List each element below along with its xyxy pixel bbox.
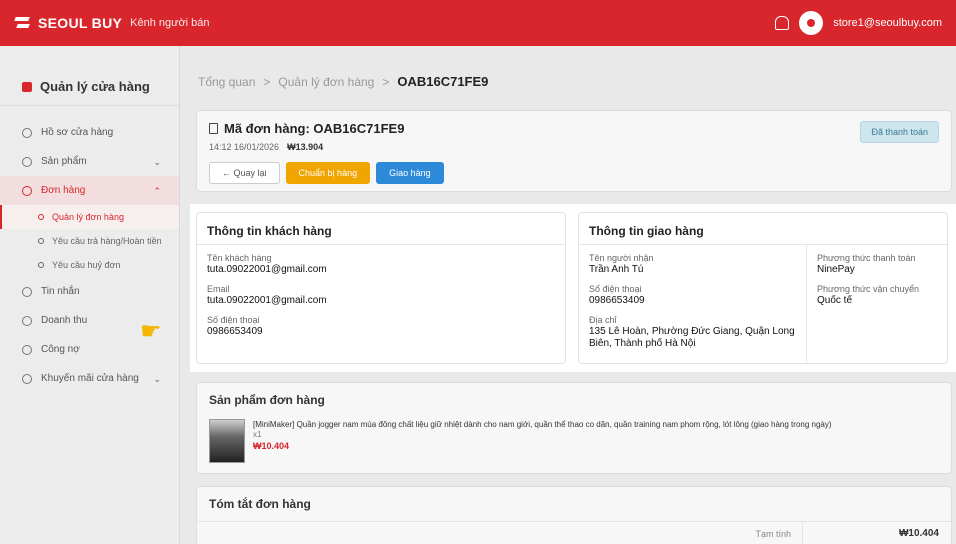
sidebar-item-label: Khuyến mãi cửa hàng (41, 373, 139, 384)
customer-email: tuta.09022001@gmail.com (207, 295, 327, 306)
sidebar-subitem-label: Quản lý đơn hàng (52, 212, 124, 222)
main-content: Tổng quan > Quản lý đơn hàng > OAB16C71F… (180, 46, 956, 544)
back-button[interactable]: ← Quay lại (209, 162, 280, 184)
shipping-phone-label: Số điện thoại (589, 284, 642, 294)
debt-icon (22, 344, 32, 355)
chevron-up-icon: ⌃ (153, 186, 161, 196)
store-icon (22, 81, 32, 92)
order-datetime: 14:12 16/01/2026 (209, 142, 280, 152)
shipping-method-label: Phương thức vận chuyển (817, 284, 920, 294)
product-icon (22, 156, 32, 167)
return-icon (38, 238, 44, 244)
sidebar-subitem-manage-orders[interactable]: Quản lý đơn hàng (0, 205, 179, 229)
logo-icon (14, 14, 32, 32)
sidebar-subitem-cancellations[interactable]: Yêu cầu huỷ đơn (0, 253, 179, 277)
sidebar-item-label: Tin nhắn (41, 286, 80, 297)
seller-channel-label: Kênh người bán (130, 17, 210, 29)
summary-heading: Tóm tắt đơn hàng (209, 497, 311, 511)
customer-email-label: Email (207, 284, 230, 294)
order-header-card: Mã đơn hàng: OAB16C71FE9 14:12 16/01/202… (196, 110, 952, 192)
sidebar-subitem-returns[interactable]: Yêu cầu trả hàng/Hoàn tiền (0, 229, 179, 253)
sidebar-header: Quản lý cửa hàng (0, 46, 179, 106)
order-title: Mã đơn hàng: OAB16C71FE9 (209, 121, 939, 136)
order-id-text: Mã đơn hàng: OAB16C71FE9 (224, 121, 405, 136)
sidebar-item-label: Doanh thu (41, 315, 88, 326)
sidebar-item-orders[interactable]: Đơn hàng ⌃ (0, 176, 179, 205)
status-badge: Đã thanh toán (860, 121, 939, 143)
avatar[interactable] (799, 11, 824, 35)
store-profile-icon (22, 127, 32, 138)
info-section: Thông tin khách hàng Tên khách hàng tuta… (190, 204, 956, 372)
subtotal-value: ₩10.404 (898, 528, 939, 539)
customer-phone-label: Số điện thoại (207, 315, 260, 325)
recipient-label: Tên người nhận (589, 253, 654, 263)
chevron-down-icon: ⌄ (153, 157, 161, 167)
sidebar-item-label: Sản phẩm (41, 156, 87, 167)
shipping-phone: 0986653409 (589, 295, 645, 306)
customer-info-heading: Thông tin khách hàng (197, 213, 565, 245)
chevron-down-icon: ⌄ (153, 374, 161, 384)
sidebar: Quản lý cửa hàng Hồ sơ cửa hàng Sản phẩm… (0, 46, 180, 544)
order-meta: 14:12 16/01/2026 ₩13.904 (209, 142, 939, 152)
recipient-name: Trần Anh Tú (589, 264, 644, 275)
cancel-icon (38, 262, 44, 268)
order-total: ₩13.904 (287, 142, 324, 152)
sidebar-menu: Hồ sơ cửa hàng Sản phẩm ⌄ Đơn hàng ⌃ Quả… (0, 106, 179, 393)
sidebar-item-label: Hồ sơ cửa hàng (41, 127, 114, 138)
revenue-icon (22, 315, 32, 326)
breadcrumb-separator: > (382, 74, 390, 89)
breadcrumb-item-orders[interactable]: Quản lý đơn hàng (278, 75, 374, 89)
sidebar-item-promotions[interactable]: Khuyến mãi cửa hàng ⌄ (0, 364, 179, 393)
divider (802, 522, 803, 544)
customer-info-card: Thông tin khách hàng Tên khách hàng tuta… (196, 212, 566, 364)
product-quantity: x1 (253, 430, 262, 439)
document-icon (209, 123, 218, 134)
address-label: Địa chỉ (589, 315, 617, 325)
message-icon (22, 286, 32, 297)
breadcrumb-separator: > (263, 74, 271, 89)
payment-method-label: Phương thức thanh toán (817, 253, 916, 263)
dot-icon (38, 214, 44, 220)
top-bar: SEOUL BUY Kênh người bán store1@seoulbuy… (0, 0, 956, 46)
bell-icon[interactable] (775, 16, 790, 30)
shipping-method: Quốc tế (817, 295, 853, 306)
pointing-hand-icon: ☛ (140, 318, 162, 345)
shipping-info-heading: Thông tin giao hàng (579, 213, 947, 245)
user-email[interactable]: store1@seoulbuy.com (833, 17, 942, 29)
order-actions: ← Quay lại Chuẩn bị hàng Giao hàng (209, 162, 939, 184)
sidebar-item-messages[interactable]: Tin nhắn (0, 277, 179, 306)
order-summary-card: Tóm tắt đơn hàng Tạm tính ₩10.404 (196, 486, 952, 544)
sidebar-subitem-label: Yêu cầu huỷ đơn (52, 260, 121, 270)
sidebar-subitem-label: Yêu cầu trả hàng/Hoàn tiền (52, 236, 162, 246)
breadcrumb: Tổng quan > Quản lý đơn hàng > OAB16C71F… (198, 74, 488, 89)
breadcrumb-item-overview[interactable]: Tổng quan (198, 75, 255, 89)
sidebar-title: Quản lý cửa hàng (40, 79, 150, 94)
product-price: ₩10.404 (253, 441, 290, 451)
subtotal-row: Tạm tính ₩10.404 (197, 521, 951, 544)
payment-method: NinePay (817, 264, 855, 275)
product-name[interactable]: [MiniMaker] Quần jogger nam mùa đông chấ… (253, 419, 933, 430)
shipping-info-card: Thông tin giao hàng Tên người nhận Trần … (578, 212, 948, 364)
promo-icon (22, 373, 32, 384)
brand-logo[interactable]: SEOUL BUY (14, 14, 122, 32)
ship-button[interactable]: Giao hàng (376, 162, 444, 184)
shipping-address: 135 Lê Hoàn, Phường Đức Giang, Quận Long… (589, 326, 795, 349)
breadcrumb-current: OAB16C71FE9 (397, 74, 489, 89)
customer-name-label: Tên khách hàng (207, 253, 272, 263)
subtotal-label: Tạm tính (755, 528, 791, 539)
customer-name: tuta.09022001@gmail.com (207, 264, 327, 275)
sidebar-item-store-profile[interactable]: Hồ sơ cửa hàng (0, 118, 179, 147)
products-heading: Sản phẩm đơn hàng (209, 393, 325, 407)
sidebar-item-products[interactable]: Sản phẩm ⌄ (0, 147, 179, 176)
list-item[interactable]: [MiniMaker] Quần jogger nam mùa đông chấ… (209, 419, 939, 463)
product-thumbnail[interactable] (209, 419, 245, 463)
cart-icon (22, 185, 32, 196)
brand-name: SEOUL BUY (38, 15, 123, 31)
sidebar-item-label: Công nợ (41, 344, 80, 355)
order-products-card: Sản phẩm đơn hàng [MiniMaker] Quần jogge… (196, 382, 952, 474)
prepare-goods-button[interactable]: Chuẩn bị hàng (285, 162, 371, 184)
customer-phone: 0986653409 (207, 326, 263, 337)
top-right-area: store1@seoulbuy.com (775, 11, 942, 35)
sidebar-item-label: Đơn hàng (41, 185, 86, 196)
